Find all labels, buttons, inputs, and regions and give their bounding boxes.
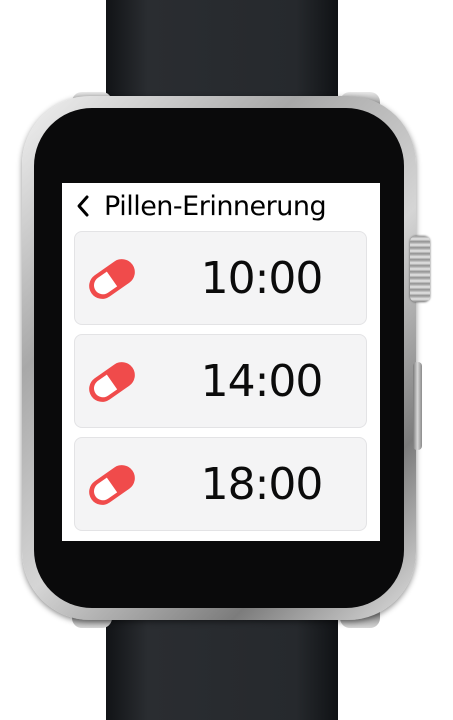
reminder-time: 18:00 xyxy=(200,458,324,510)
page-title: Pillen-Erinnerung xyxy=(104,190,327,222)
reminder-time: 10:00 xyxy=(200,252,324,304)
side-button[interactable] xyxy=(413,362,422,450)
pill-icon xyxy=(89,465,135,505)
chevron-left-icon xyxy=(77,195,89,217)
pill-icon xyxy=(89,259,135,299)
reminder-item[interactable]: 14:00 xyxy=(74,334,367,428)
reminder-item[interactable]: 10:00 xyxy=(74,231,367,325)
reminder-item[interactable]: 18:00 xyxy=(74,437,367,531)
digital-crown[interactable] xyxy=(410,236,430,302)
watch-screen: Pillen-Erinnerung 10:00 14:00 18:00 xyxy=(62,183,380,541)
back-button[interactable] xyxy=(62,186,104,226)
reminder-time: 14:00 xyxy=(200,355,324,407)
header: Pillen-Erinnerung xyxy=(62,183,380,229)
pill-icon xyxy=(89,362,135,402)
